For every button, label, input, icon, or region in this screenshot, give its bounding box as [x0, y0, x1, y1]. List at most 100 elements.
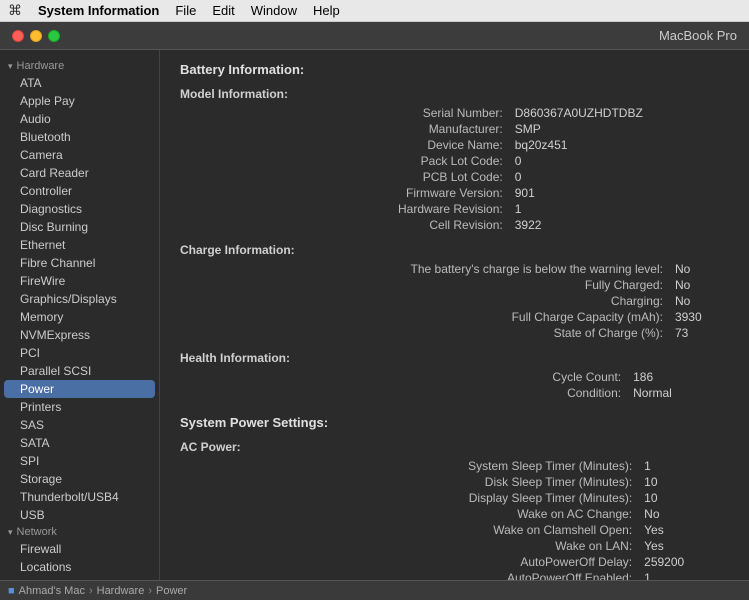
battery-section-title: Battery Information:	[180, 62, 729, 77]
sidebar-item-apple-pay[interactable]: Apple Pay	[0, 92, 159, 110]
charging-label: Charging:	[180, 293, 667, 309]
wake-lan-value: Yes	[636, 538, 729, 554]
full-cap-value: 3930	[667, 309, 729, 325]
sidebar-item-disc-burning[interactable]: Disc Burning	[0, 218, 159, 236]
hardware-label: Hardware	[17, 60, 65, 72]
hardware-section[interactable]: ▾ Hardware	[0, 58, 159, 74]
table-row: The battery's charge is below the warnin…	[180, 261, 729, 277]
health-info-table: Cycle Count: 186 Condition: Normal	[180, 369, 729, 401]
system-power-title: System Power Settings:	[180, 415, 729, 430]
content-area: ▾ Hardware ATA Apple Pay Audio Bluetooth…	[0, 50, 749, 580]
table-row: Device Name: bq20z451	[180, 137, 729, 153]
sidebar-item-nvmexpress[interactable]: NVMExpress	[0, 326, 159, 344]
table-row: Wake on AC Change: No	[180, 506, 729, 522]
warning-label: The battery's charge is below the warnin…	[180, 261, 667, 277]
help-menu[interactable]: Help	[313, 3, 340, 18]
sidebar-item-audio[interactable]: Audio	[0, 110, 159, 128]
sidebar-item-sas[interactable]: SAS	[0, 416, 159, 434]
sidebar-item-firewall[interactable]: Firewall	[0, 540, 159, 558]
firmware-label: Firmware Version:	[180, 185, 507, 201]
table-row: Hardware Revision: 1	[180, 201, 729, 217]
sidebar-item-graphics[interactable]: Graphics/Displays	[0, 290, 159, 308]
edit-menu[interactable]: Edit	[212, 3, 234, 18]
sidebar[interactable]: ▾ Hardware ATA Apple Pay Audio Bluetooth…	[0, 50, 160, 580]
breadcrumb-mac: Ahmad's Mac	[19, 585, 85, 597]
device-name-label: Device Name:	[180, 137, 507, 153]
condition-label: Condition:	[180, 385, 625, 401]
network-section[interactable]: ▾ Network	[0, 524, 159, 540]
sidebar-item-usb[interactable]: USB	[0, 506, 159, 524]
fully-charged-value: No	[667, 277, 729, 293]
sidebar-item-power[interactable]: Power	[4, 380, 155, 398]
breadcrumb-sep-1: ›	[89, 585, 93, 597]
table-row: Disk Sleep Timer (Minutes): 10	[180, 474, 729, 490]
sidebar-item-camera[interactable]: Camera	[0, 146, 159, 164]
sys-sleep-ac-label: System Sleep Timer (Minutes):	[180, 458, 636, 474]
app-name: System Information	[38, 3, 159, 18]
autopoweroff-delay-label: AutoPowerOff Delay:	[180, 554, 636, 570]
pcb-lot-value: 0	[507, 169, 729, 185]
titlebar: MacBook Pro	[0, 22, 749, 50]
sidebar-item-bluetooth[interactable]: Bluetooth	[0, 128, 159, 146]
ac-power-table: System Sleep Timer (Minutes): 1 Disk Sle…	[180, 458, 729, 580]
traffic-lights	[12, 30, 60, 42]
breadcrumb-sep-2: ›	[148, 585, 152, 597]
window-menu[interactable]: Window	[251, 3, 297, 18]
serial-value: D860367A0UZHDTDBZ	[507, 105, 729, 121]
sidebar-item-card-reader[interactable]: Card Reader	[0, 164, 159, 182]
table-row: Firmware Version: 901	[180, 185, 729, 201]
disk-sleep-ac-value: 10	[636, 474, 729, 490]
status-icon: ■	[8, 585, 15, 597]
table-row: System Sleep Timer (Minutes): 1	[180, 458, 729, 474]
sidebar-item-thunderbolt[interactable]: Thunderbolt/USB4	[0, 488, 159, 506]
autopoweroff-delay-value: 259200	[636, 554, 729, 570]
autopoweroff-enabled-label: AutoPowerOff Enabled:	[180, 570, 636, 580]
manufacturer-value: SMP	[507, 121, 729, 137]
zoom-button[interactable]	[48, 30, 60, 42]
sidebar-item-firewire[interactable]: FireWire	[0, 272, 159, 290]
autopoweroff-enabled-value: 1	[636, 570, 729, 580]
charging-value: No	[667, 293, 729, 309]
cycle-count-value: 186	[625, 369, 729, 385]
sidebar-item-sata[interactable]: SATA	[0, 434, 159, 452]
pack-lot-value: 0	[507, 153, 729, 169]
table-row: State of Charge (%): 73	[180, 325, 729, 341]
condition-value: Normal	[625, 385, 729, 401]
menubar: ⌘ System Information File Edit Window He…	[0, 0, 749, 22]
sidebar-item-ata[interactable]: ATA	[0, 74, 159, 92]
model-info-title: Model Information:	[180, 87, 729, 101]
sidebar-item-ethernet[interactable]: Ethernet	[0, 236, 159, 254]
network-arrow: ▾	[8, 527, 13, 538]
sidebar-item-parallel-scsi[interactable]: Parallel SCSI	[0, 362, 159, 380]
device-name-value: bq20z451	[507, 137, 729, 153]
sidebar-item-fibre-channel[interactable]: Fibre Channel	[0, 254, 159, 272]
pack-lot-label: Pack Lot Code:	[180, 153, 507, 169]
warning-value: No	[667, 261, 729, 277]
firmware-value: 901	[507, 185, 729, 201]
cell-rev-value: 3922	[507, 217, 729, 233]
sidebar-item-locations[interactable]: Locations	[0, 558, 159, 576]
state-charge-label: State of Charge (%):	[180, 325, 667, 341]
model-info-table: Serial Number: D860367A0UZHDTDBZ Manufac…	[180, 105, 729, 233]
network-label: Network	[17, 526, 57, 538]
main-panel: Battery Information: Model Information: …	[160, 50, 749, 580]
minimize-button[interactable]	[30, 30, 42, 42]
sidebar-item-storage[interactable]: Storage	[0, 470, 159, 488]
sidebar-item-printers[interactable]: Printers	[0, 398, 159, 416]
statusbar: ■ Ahmad's Mac › Hardware › Power	[0, 580, 749, 600]
sidebar-item-controller[interactable]: Controller	[0, 182, 159, 200]
table-row: Wake on Clamshell Open: Yes	[180, 522, 729, 538]
file-menu[interactable]: File	[175, 3, 196, 18]
table-row: Fully Charged: No	[180, 277, 729, 293]
window-title: MacBook Pro	[72, 28, 737, 43]
sidebar-item-memory[interactable]: Memory	[0, 308, 159, 326]
sidebar-item-spi[interactable]: SPI	[0, 452, 159, 470]
close-button[interactable]	[12, 30, 24, 42]
wake-ac-label: Wake on AC Change:	[180, 506, 636, 522]
apple-menu[interactable]: ⌘	[8, 2, 22, 19]
full-cap-label: Full Charge Capacity (mAh):	[180, 309, 667, 325]
sidebar-item-diagnostics[interactable]: Diagnostics	[0, 200, 159, 218]
disp-sleep-ac-label: Display Sleep Timer (Minutes):	[180, 490, 636, 506]
table-row: AutoPowerOff Delay: 259200	[180, 554, 729, 570]
sidebar-item-pci[interactable]: PCI	[0, 344, 159, 362]
